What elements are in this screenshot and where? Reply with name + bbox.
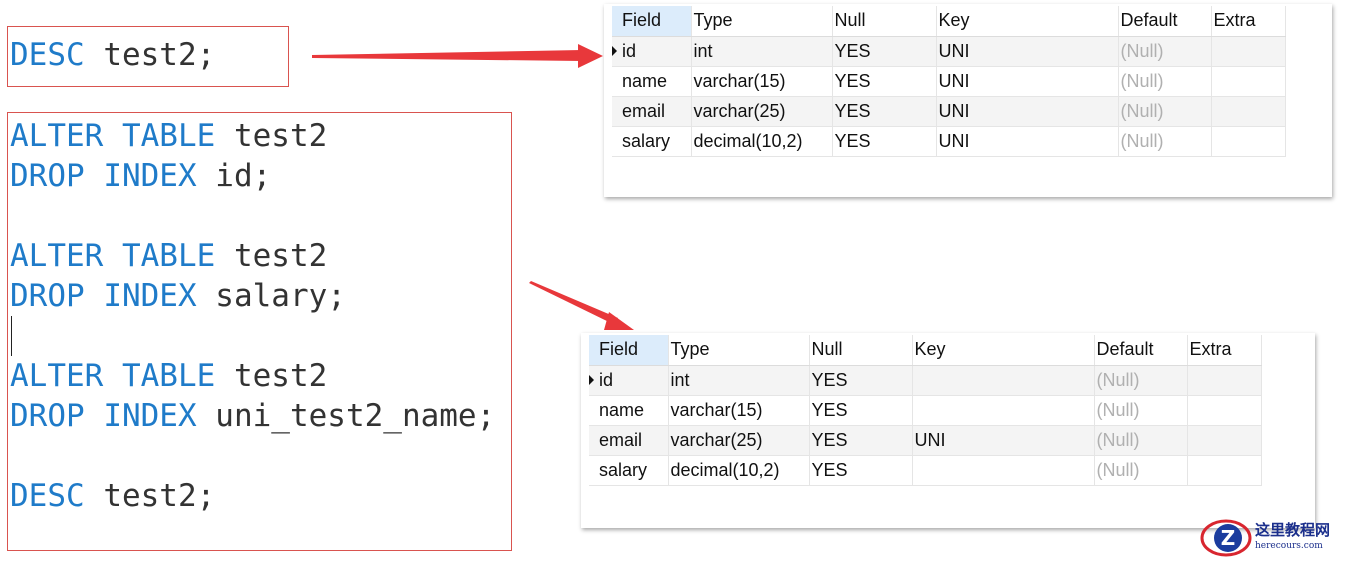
site-logo: Z 这里教程网 herecours.com: [1199, 516, 1344, 560]
logo-domain: herecours.com: [1255, 541, 1323, 551]
annotation-arrows: [312, 44, 634, 330]
arrow-to-before-grid: [312, 44, 603, 68]
logo-z-icon: Z: [1200, 519, 1252, 557]
arrow-to-after-grid: [529, 281, 634, 330]
logo-name: 这里教程网: [1255, 521, 1331, 539]
svg-text:Z: Z: [1221, 526, 1236, 550]
